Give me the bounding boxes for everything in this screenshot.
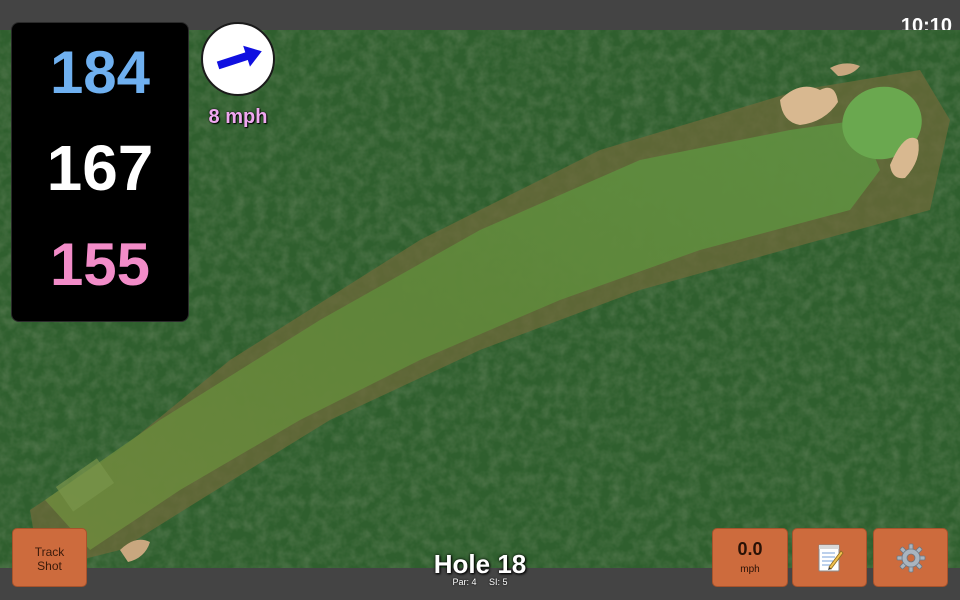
hole-info: Par: 4 SI: 5 [380, 577, 580, 587]
speed-button[interactable]: 0.0 mph [712, 528, 788, 587]
gear-icon [896, 543, 925, 573]
wind-indicator[interactable] [201, 22, 275, 96]
track-shot-label-line2: Shot [37, 559, 62, 573]
notes-button[interactable] [792, 528, 867, 587]
golf-gps-screen: 10:10 184 167 155 8 mph Track Shot Hole … [0, 0, 960, 600]
speed-unit: mph [740, 564, 760, 575]
settings-button[interactable] [873, 528, 948, 587]
hole-title: Hole 18 [433, 549, 527, 579]
distance-panel: 184 167 155 [11, 22, 189, 322]
notepad-icon [818, 544, 844, 572]
speed-value: 0.0 [737, 539, 763, 559]
hole-par: Par: 4 [452, 577, 477, 587]
wind-speed: 8 mph [208, 106, 268, 128]
track-shot-label-line1: Track [34, 545, 65, 559]
wind-arrow-icon [216, 45, 262, 70]
track-shot-button[interactable]: Track Shot [12, 528, 87, 587]
distance-front: 155 [49, 231, 151, 298]
hole-stroke-index: SI: 5 [489, 577, 508, 587]
distance-middle: 167 [46, 132, 154, 204]
distance-back: 184 [49, 39, 151, 106]
